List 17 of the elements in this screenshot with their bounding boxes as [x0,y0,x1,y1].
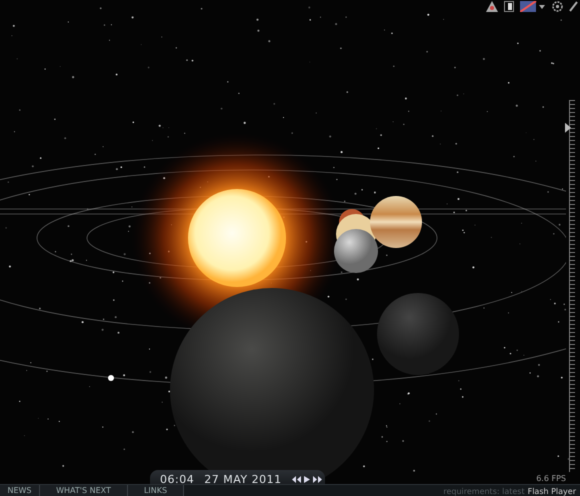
nav-tab[interactable]: WHAT'S NEXT [40,485,128,496]
requirements-text: requirements: latest [443,486,525,496]
nav-tab[interactable]: NEWS [0,485,40,496]
triangle-icon[interactable] [486,1,498,12]
fast-forward-button[interactable] [312,476,322,482]
date-text: 27 MAY 2011 [204,472,282,486]
nav-tab[interactable]: LINKS [128,485,184,496]
book-icon[interactable] [504,1,514,12]
settings-icon[interactable] [552,1,563,12]
slider-thumb[interactable] [565,122,571,133]
time-text: 06:04 [160,472,194,486]
flag-dropdown-icon[interactable] [520,1,546,12]
pencil-icon[interactable] [569,1,578,12]
play-button[interactable] [304,476,310,482]
rewind-button[interactable] [292,476,301,482]
fps-counter: 6.6 FPS [536,474,566,483]
flash-player-link[interactable]: Flash Player [528,486,576,496]
